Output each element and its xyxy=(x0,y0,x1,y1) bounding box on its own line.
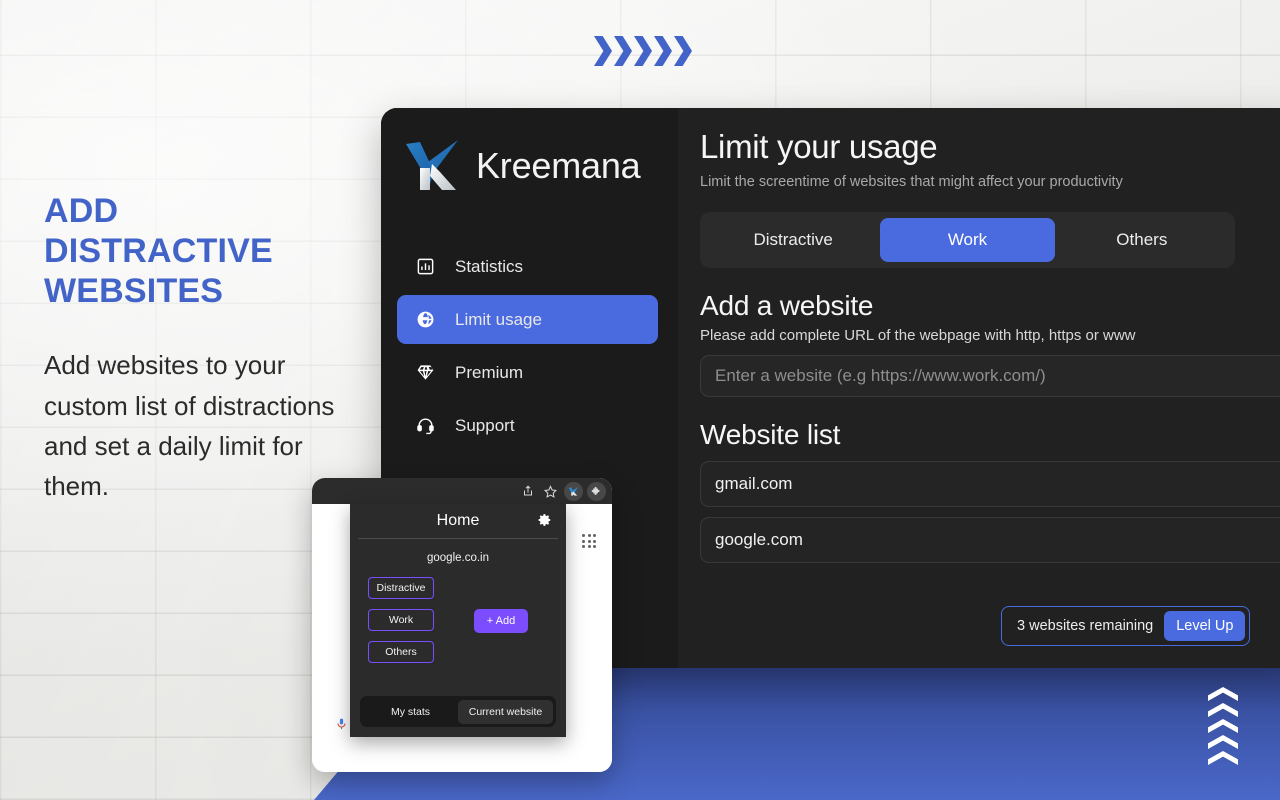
kreemana-extension-icon[interactable] xyxy=(564,481,583,501)
chevron-right-icon xyxy=(614,36,632,66)
websites-remaining-label: 3 websites remaining xyxy=(1017,618,1154,634)
sidebar-item-statistics[interactable]: Statistics xyxy=(397,242,658,291)
browser-toolbar xyxy=(312,478,612,504)
globe-icon xyxy=(415,309,436,330)
website-url-placeholder: Enter a website (e.g https://www.work.co… xyxy=(715,366,1046,385)
website-list-item[interactable]: gmail.com xyxy=(700,461,1280,507)
add-website-hint: Please add complete URL of the webpage w… xyxy=(700,327,1136,344)
popup-categories: Distractive Work Others + Add xyxy=(350,577,566,663)
headset-icon xyxy=(415,415,436,436)
brand-name: Kreemana xyxy=(476,145,641,186)
website-list-title: Website list xyxy=(700,419,841,450)
marketing-copy: ADD DISTRACTIVE WEBSITES Add websites to… xyxy=(44,192,344,506)
chevron-right-icon xyxy=(654,36,672,66)
popup-tab-my-stats[interactable]: My stats xyxy=(363,700,458,724)
browser-page: Home google.co.in Distractive Work Other… xyxy=(312,504,612,772)
popup-category-others[interactable]: Others xyxy=(368,641,434,663)
puzzle-piece-icon[interactable] xyxy=(587,481,606,501)
page-title: Limit your usage xyxy=(700,128,938,165)
apps-grid-icon[interactable] xyxy=(582,534,596,548)
sidebar-item-label: Support xyxy=(455,415,515,435)
chevron-up-icon xyxy=(1208,719,1238,733)
diamond-icon xyxy=(415,362,436,383)
chevron-up-icon xyxy=(1208,687,1238,701)
marketing-heading: ADD DISTRACTIVE WEBSITES xyxy=(44,192,273,310)
share-icon[interactable] xyxy=(518,482,537,501)
popup-add-button[interactable]: + Add xyxy=(474,609,528,633)
popup-footer-tabs: My stats Current website xyxy=(360,696,556,727)
website-url-input[interactable]: Enter a website (e.g https://www.work.co… xyxy=(700,355,1280,397)
sidebar-item-label: Premium xyxy=(455,362,524,382)
tab-others[interactable]: Others xyxy=(1055,218,1229,262)
marketing-body: Add websites to your custom list of dist… xyxy=(44,350,335,502)
sidebar-item-limit-usage[interactable]: Limit usage xyxy=(397,295,658,344)
popup-header: Home xyxy=(350,504,566,538)
chevron-right-icon xyxy=(594,36,612,66)
website-list-item-label: gmail.com xyxy=(715,474,793,493)
chevron-right-icon xyxy=(634,36,652,66)
top-chevron-decoration xyxy=(594,36,692,66)
popup-tab-current-website[interactable]: Current website xyxy=(458,699,553,724)
add-website-title: Add a website xyxy=(700,290,874,321)
popup-current-url: google.co.in xyxy=(426,552,490,564)
chevron-up-icon xyxy=(1208,735,1238,749)
tab-work[interactable]: Work xyxy=(880,218,1055,262)
bar-chart-icon xyxy=(415,256,436,277)
microphone-icon[interactable] xyxy=(335,716,348,737)
sidebar-item-label: Limit usage xyxy=(455,309,542,329)
kreemana-k-logo-icon xyxy=(406,140,458,190)
main-panel: Limit your usage Limit the screentime of… xyxy=(678,108,1280,668)
popup-category-column: Distractive Work Others xyxy=(368,577,434,663)
star-icon[interactable] xyxy=(541,482,560,501)
popup-category-work[interactable]: Work xyxy=(368,609,434,631)
chevron-up-icon xyxy=(1208,703,1238,717)
website-list-item[interactable]: google.com xyxy=(700,517,1280,563)
page-subtitle: Limit the screentime of websites that mi… xyxy=(700,174,1123,190)
browser-mockup: Home google.co.in Distractive Work Other… xyxy=(312,478,612,772)
popup-category-distractive[interactable]: Distractive xyxy=(368,577,434,599)
bottom-chevron-decoration xyxy=(1208,687,1238,765)
extension-popup: Home google.co.in Distractive Work Other… xyxy=(350,504,566,737)
level-up-bar: 3 websites remaining Level Up xyxy=(1001,606,1251,646)
popup-title: Home xyxy=(436,512,480,529)
category-tabbar: Distractive Work Others xyxy=(700,212,1235,268)
sidebar-item-premium[interactable]: Premium xyxy=(397,348,658,397)
gear-icon[interactable] xyxy=(538,513,552,532)
sidebar-item-support[interactable]: Support xyxy=(397,401,658,450)
brand: Kreemana xyxy=(381,138,678,194)
chevron-up-icon xyxy=(1208,751,1238,765)
sidebar-item-label: Statistics xyxy=(455,256,524,276)
website-list-item-label: google.com xyxy=(715,530,803,549)
popup-divider xyxy=(358,538,558,539)
chevron-right-icon xyxy=(674,36,692,66)
tab-distractive[interactable]: Distractive xyxy=(706,218,880,262)
level-up-button[interactable]: Level Up xyxy=(1164,611,1246,641)
